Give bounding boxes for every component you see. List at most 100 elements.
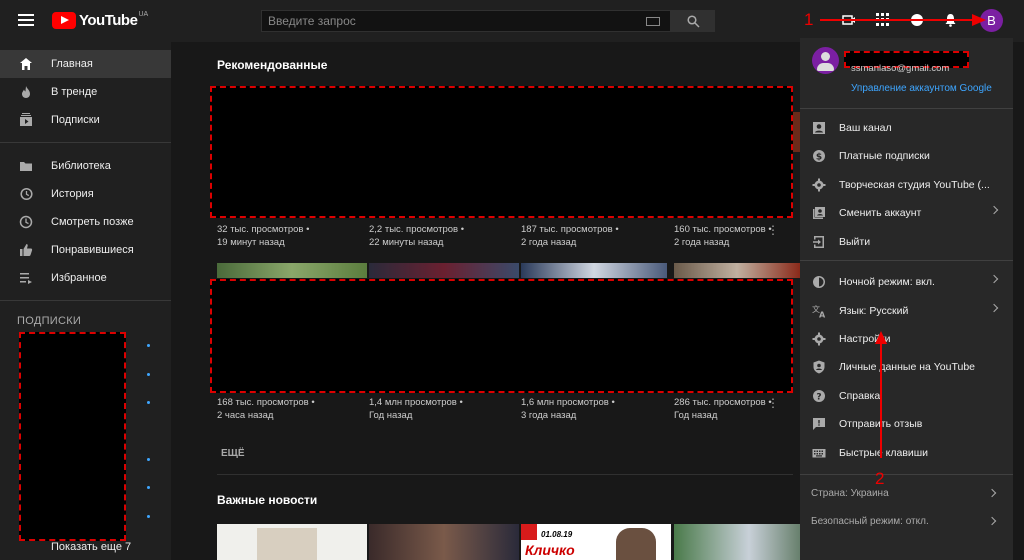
thumbnail-edge — [793, 112, 800, 152]
sidebar-item-favorites[interactable]: Избранное — [0, 264, 171, 292]
clock-icon — [19, 215, 33, 229]
svg-text:A: A — [819, 311, 826, 319]
logo-region: UA — [138, 11, 149, 18]
video-thumbnail[interactable] — [674, 263, 800, 278]
video-thumbnail[interactable] — [369, 263, 519, 278]
keyboard-icon — [812, 449, 826, 458]
video-views: 2,2 тыс. просмотров • — [369, 224, 465, 235]
sidebar-item-history[interactable]: История — [0, 180, 171, 208]
thumbs-up-icon — [20, 244, 33, 256]
sidebar-item-home[interactable]: Главная — [0, 50, 171, 78]
main-content: Рекомендованные 32 тыс. просмотров • 19 … — [171, 42, 824, 560]
menu-icon[interactable] — [18, 14, 34, 26]
video-views: 1,6 млн просмотров • — [521, 397, 615, 408]
new-content-dot — [147, 515, 150, 518]
video-age: 3 года назад — [521, 410, 577, 421]
menu-item-label: Платные подписки — [839, 150, 930, 162]
menu-item-sign-out[interactable]: Выйти — [800, 228, 1013, 256]
document-image — [257, 528, 317, 560]
video-meta[interactable]: 32 тыс. просмотров • 19 минут назад — [217, 223, 309, 249]
sidebar-item-trending[interactable]: В тренде — [0, 78, 171, 106]
account-avatar-large — [812, 47, 839, 74]
annotation-arrow-2 — [875, 331, 887, 458]
country-setting[interactable]: Страна: Украина — [811, 488, 889, 499]
sidebar-divider — [0, 300, 171, 301]
menu-item-keyboard-shortcuts[interactable]: Быстрые клавиши — [800, 439, 1013, 467]
video-views: 1,4 млн просмотров • — [369, 397, 463, 408]
news-thumbnail[interactable] — [369, 524, 519, 560]
svg-text:?: ? — [816, 393, 821, 403]
video-meta[interactable]: 168 тыс. просмотров • 2 часа назад — [217, 396, 315, 422]
search-icon — [687, 15, 700, 28]
history-icon — [20, 187, 33, 201]
manage-account-link[interactable]: Управление аккаунтом Google — [851, 83, 992, 94]
new-content-dot — [147, 373, 150, 376]
menu-item-dark-theme[interactable]: Ночной режим: вкл. — [800, 268, 1013, 296]
chevron-right-icon — [987, 516, 997, 526]
sidebar-item-label: История — [51, 188, 94, 200]
new-content-dot — [147, 486, 150, 489]
sidebar-item-library[interactable]: Библиотека — [0, 152, 171, 180]
video-meta[interactable]: 1,6 млн просмотров • 3 года назад — [521, 396, 615, 422]
video-views: 32 тыс. просмотров • — [217, 224, 310, 235]
menu-item-language[interactable]: 文A Язык: Русский — [800, 297, 1013, 325]
sidebar-item-watch-later[interactable]: Смотреть позже — [0, 208, 171, 236]
chevron-right-icon — [989, 303, 999, 313]
youtube-logo[interactable]: YouTube UA — [52, 11, 149, 29]
menu-item-studio[interactable]: Творческая студия YouTube (... — [800, 171, 1013, 199]
menu-item-help[interactable]: ? Справка — [800, 382, 1013, 410]
news-thumbnail[interactable] — [217, 524, 367, 560]
video-views: 187 тыс. просмотров • — [521, 224, 619, 235]
dark-theme-icon — [813, 276, 825, 288]
video-age: Год назад — [369, 410, 413, 421]
sidebar: Главная В тренде Подписки Библиотека Ист… — [0, 42, 171, 560]
more-options-icon[interactable]: ⋮ — [767, 223, 779, 237]
menu-item-your-data[interactable]: Личные данные на YouTube — [800, 353, 1013, 381]
person-image — [616, 528, 656, 560]
video-meta[interactable]: 286 тыс. просмотров • Год назад — [674, 396, 772, 422]
show-more-subscriptions[interactable]: Показать еще 7 — [51, 541, 131, 553]
menu-item-settings[interactable]: Настройки — [800, 325, 1013, 353]
menu-item-label: Ваш канал — [839, 122, 892, 134]
search-button[interactable] — [671, 10, 715, 32]
video-meta[interactable]: 160 тыс. просмотров • 2 года назад — [674, 223, 772, 249]
section-divider — [217, 474, 793, 475]
more-button[interactable]: ЕЩЁ — [221, 448, 245, 459]
menu-item-your-channel[interactable]: Ваш канал — [800, 114, 1013, 142]
more-options-icon[interactable]: ⋮ — [767, 396, 779, 410]
sidebar-item-subscriptions[interactable]: Подписки — [0, 106, 171, 134]
news-thumbnail[interactable]: 01.08.19 Кличко — [521, 524, 671, 560]
video-meta[interactable]: 187 тыс. просмотров • 2 года назад — [521, 223, 619, 249]
menu-item-send-feedback[interactable]: Отправить отзыв — [800, 410, 1013, 438]
annotation-number-1: 1 — [804, 10, 814, 29]
channel-badge — [521, 524, 537, 540]
keyboard-icon[interactable] — [646, 17, 660, 26]
video-meta[interactable]: 2,2 тыс. просмотров • 22 минуты назад — [369, 223, 464, 249]
account-box-icon — [813, 122, 825, 134]
video-thumbnail[interactable] — [217, 263, 367, 278]
new-content-dot — [147, 344, 150, 347]
translate-icon: 文A — [812, 304, 826, 318]
search-input[interactable]: Введите запрос — [261, 10, 671, 32]
account-email: ssmanlaso@gmail.com — [851, 63, 950, 74]
video-views: 168 тыс. просмотров • — [217, 397, 315, 408]
video-meta[interactable]: 1,4 млн просмотров • Год назад — [369, 396, 463, 422]
annotation-number-2: 2 — [875, 469, 885, 488]
chevron-right-icon — [987, 488, 997, 498]
menu-item-switch-account[interactable]: Сменить аккаунт — [800, 199, 1013, 227]
video-thumbnail[interactable] — [521, 263, 667, 278]
redacted-video-row-2 — [210, 279, 793, 393]
redacted-subscriptions — [19, 332, 126, 541]
safe-mode-setting[interactable]: Безопасный режим: откл. — [811, 516, 929, 527]
help-icon: ? — [813, 390, 825, 403]
gear-icon — [812, 178, 826, 192]
video-age: Год назад — [674, 410, 718, 421]
playlist-icon — [20, 273, 32, 284]
news-date: 01.08.19 — [541, 530, 573, 539]
sidebar-item-liked[interactable]: Понравившиеся — [0, 236, 171, 264]
video-views: 160 тыс. просмотров • — [674, 224, 772, 235]
menu-item-paid-subscriptions[interactable]: $ Платные подписки — [800, 142, 1013, 170]
menu-item-label: Ночной режим: вкл. — [839, 276, 935, 288]
recommended-title: Рекомендованные — [217, 58, 328, 72]
switch-account-icon — [813, 207, 825, 219]
